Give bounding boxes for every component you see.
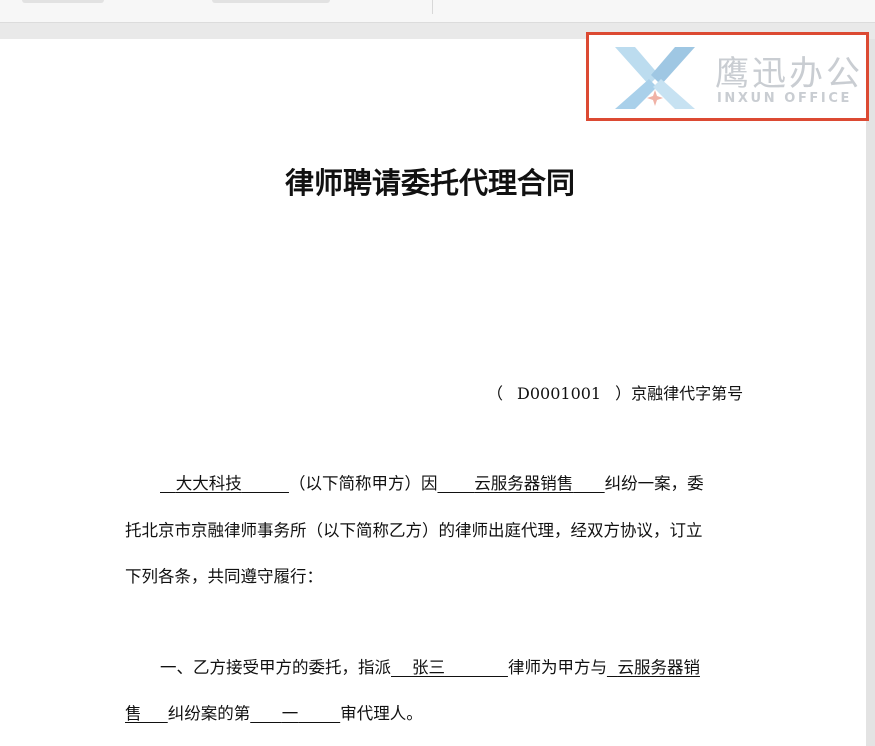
paragraph-2-line-1: 一、乙方接受甲方的委托，指派 张三 律师为甲方与 云服务器销	[160, 654, 700, 678]
para2-prefix: 一、乙方接受甲方的委托，指派	[160, 658, 391, 677]
watermark-logo: 鹰迅办公 INXUN OFFICE	[586, 32, 869, 121]
watermark-brand-cn: 鹰迅办公	[715, 54, 863, 94]
paragraph-1-line-2: 托北京市京融律师事务所（以下简称乙方）的律师出庭代理，经双方协议，订立	[125, 521, 703, 540]
toolbar-tab[interactable]	[22, 0, 104, 3]
paragraph-1-line-1: 大大科技 （以下简称甲方）因 云服务器销售 纠纷一案，委	[160, 470, 704, 494]
paragraph-1-line-3: 下列各条，共同遵守履行：	[125, 567, 323, 586]
document-title: 律师聘请委托代理合同	[284, 166, 575, 200]
toolbar-tab[interactable]	[212, 0, 330, 3]
para1-text1: （以下简称甲方）因	[288, 474, 438, 493]
paragraph-2-line-2: 售 纠纷案的第 一 审代理人。	[125, 700, 423, 724]
toolbar-divider	[432, 0, 433, 14]
scrollbar-track[interactable]	[866, 39, 875, 746]
toolbar	[0, 0, 875, 23]
instance-field[interactable]: 一	[250, 704, 340, 723]
party-a-field[interactable]: 大大科技	[160, 474, 289, 493]
ref-open: （	[487, 384, 504, 403]
case-subject-field[interactable]: 云服务器销售	[437, 474, 604, 493]
para1-text2: 纠纷一案，委	[604, 474, 704, 493]
case-field-part-1[interactable]: 云服务器销	[607, 658, 700, 677]
ref-code: D0001001	[517, 384, 602, 403]
watermark-brand-en: INXUN OFFICE	[717, 91, 852, 106]
ref-suffix: 京融律代字第号	[631, 384, 744, 403]
yingxun-x-icon	[615, 47, 695, 109]
para2-text1: 律师为甲方与	[507, 658, 607, 677]
case-field-part-2[interactable]: 售	[125, 704, 168, 723]
para2-text3: 审代理人。	[340, 704, 423, 723]
reference-number: （ D0001001 ）京融律代字第号	[487, 380, 743, 404]
ref-close: ）	[615, 384, 632, 403]
lawyer-field[interactable]: 张三	[391, 658, 508, 677]
para2-text2: 纠纷案的第	[167, 704, 251, 723]
